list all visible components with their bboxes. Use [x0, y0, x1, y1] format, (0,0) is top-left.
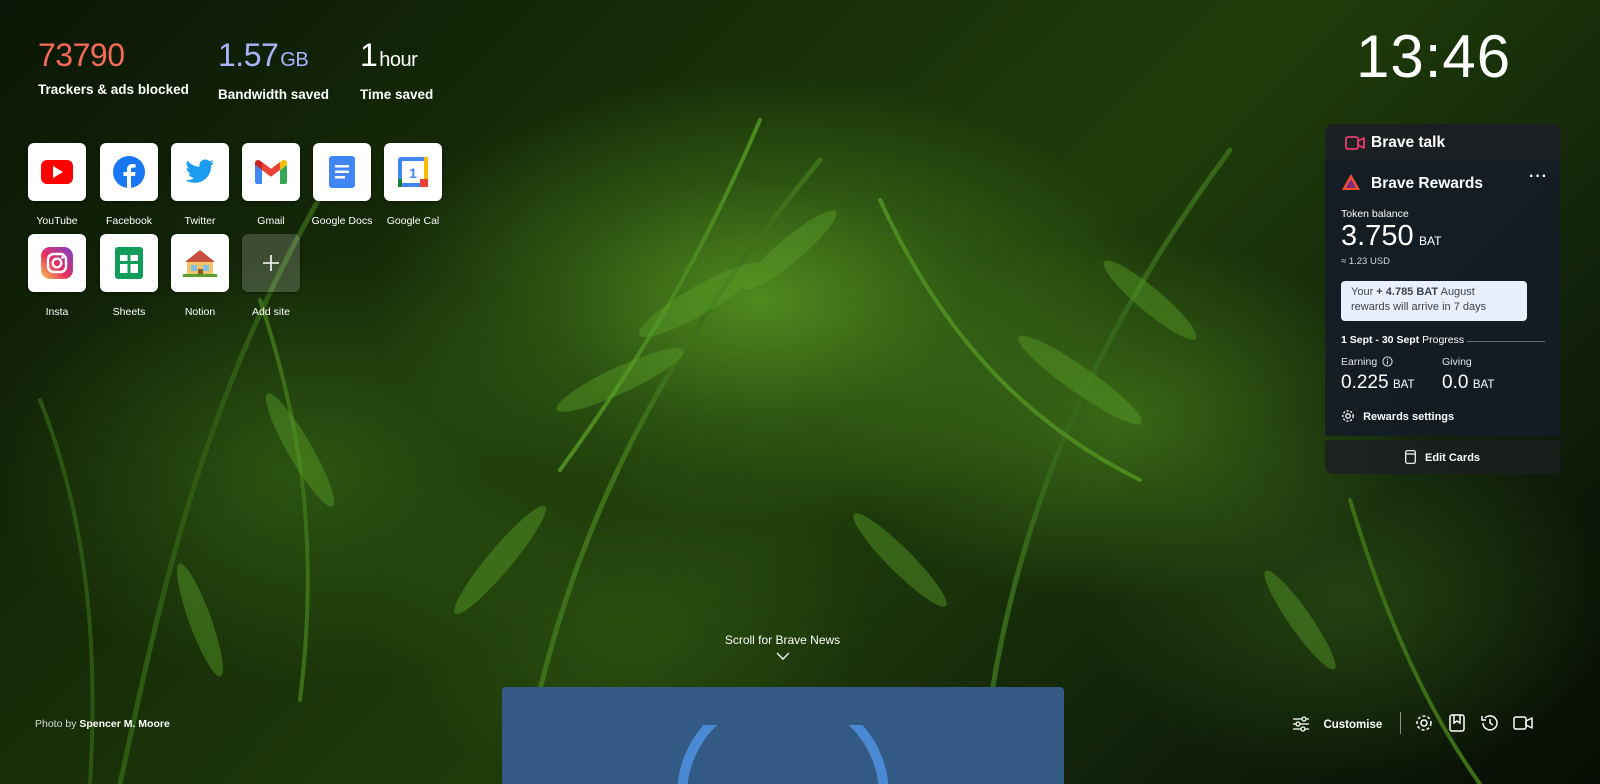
edit-cards-icon [1405, 450, 1416, 464]
top-site-sheets[interactable]: Sheets [94, 234, 164, 318]
time-label: Time saved [360, 87, 434, 102]
rewards-notice-amount: + 4.785 BAT [1376, 286, 1439, 298]
google-calendar-icon: 1 [398, 157, 428, 187]
giving-unit: BAT [1472, 379, 1495, 391]
google-docs-icon [329, 156, 355, 188]
token-balance-unit: BAT [1419, 234, 1442, 248]
footer-divider [1400, 712, 1401, 734]
bandwidth-unit: GB [280, 49, 309, 71]
top-site-twitter[interactable]: Twitter [165, 143, 235, 227]
twitter-icon [185, 159, 214, 183]
gear-icon [1342, 410, 1354, 422]
news-loading-icon [677, 725, 889, 784]
giving-value: 0.0 [1442, 372, 1469, 393]
giving-label: Giving [1442, 356, 1472, 368]
top-site-notion[interactable]: Notion [165, 234, 235, 318]
rewards-menu-button[interactable]: ··· [1529, 168, 1548, 186]
top-site-label: Facebook [105, 215, 153, 227]
top-site-facebook[interactable]: Facebook [94, 143, 164, 227]
time-unit: hour [379, 49, 418, 71]
add-site-button[interactable]: Add site [236, 234, 306, 318]
top-site-label: Twitter [184, 215, 216, 227]
rewards-title: Brave Rewards [1371, 175, 1484, 192]
scroll-news-label: Scroll for Brave News [724, 633, 841, 647]
top-site-label: Add site [252, 306, 290, 318]
chevron-down-icon [776, 652, 789, 660]
top-site-youtube[interactable]: YouTube [22, 143, 92, 227]
notion-icon [183, 250, 217, 277]
bandwidth-label: Bandwidth saved [218, 87, 330, 102]
plus-icon [263, 255, 279, 271]
edit-cards-button[interactable]: Edit Cards [1325, 440, 1560, 474]
earning-label: Earning [1341, 356, 1393, 368]
photo-credit: Photo by Spencer M. Moore [35, 718, 170, 730]
brave-talk-card[interactable]: Brave talk [1325, 124, 1560, 160]
google-sheets-icon [115, 247, 143, 279]
top-site-label: Gmail [257, 215, 285, 227]
customise-button[interactable]: Customise [1292, 715, 1382, 733]
settings-icon[interactable] [1413, 712, 1435, 734]
sliders-icon [1293, 716, 1309, 732]
history-icon[interactable] [1479, 712, 1501, 734]
token-balance-value: 3.750 [1341, 220, 1414, 252]
top-site-label: Notion [184, 306, 216, 318]
top-site-label: Google Cal [386, 215, 440, 227]
trackers-count: 73790 [38, 37, 125, 73]
youtube-icon [41, 160, 73, 184]
top-site-gmail[interactable]: Gmail [236, 143, 306, 227]
brave-news-preview[interactable] [502, 687, 1064, 784]
earning-value: 0.225 [1341, 372, 1389, 393]
photo-credit-author[interactable]: Spencer M. Moore [79, 718, 169, 730]
clock: 13:46 [1356, 23, 1512, 90]
edit-cards-label: Edit Cards [1425, 452, 1481, 464]
top-site-instagram[interactable]: Insta [22, 234, 92, 318]
time-value: 1 [360, 37, 378, 73]
stat-trackers: 73790 Trackers & ads blocked [38, 38, 189, 97]
customise-label: Customise [1323, 719, 1383, 731]
gmail-icon [255, 160, 287, 184]
stat-bandwidth: 1.57 GB Bandwidth saved [218, 38, 329, 102]
facebook-icon [113, 156, 145, 188]
top-site-google-docs[interactable]: Google Docs [307, 143, 377, 227]
brave-talk-icon[interactable] [1512, 712, 1534, 734]
rewards-notice: Your + 4.785 BAT August rewards will arr… [1341, 281, 1527, 321]
brave-rewards-card: Brave Rewards ··· Token balance 3.750 BA… [1325, 160, 1560, 436]
progress-period: 1 Sept - 30 Sept Progress [1341, 334, 1465, 346]
bat-logo-icon [1342, 174, 1360, 190]
progress-divider [1467, 341, 1545, 342]
top-site-label: Sheets [112, 306, 146, 318]
svg-text:1: 1 [409, 165, 417, 181]
camera-icon [1345, 136, 1365, 150]
top-site-label: Insta [45, 306, 69, 318]
trackers-label: Trackers & ads blocked [38, 82, 189, 97]
instagram-icon [41, 247, 73, 279]
top-site-google-calendar[interactable]: 1 Google Cal [378, 143, 448, 227]
token-usd-value: ≈ 1.23 USD [1341, 256, 1391, 267]
token-balance-label: Token balance [1341, 208, 1409, 220]
info-icon[interactable] [1382, 356, 1393, 367]
top-site-label: Google Docs [311, 215, 373, 227]
earning-unit: BAT [1393, 379, 1415, 391]
stat-time: 1 hour Time saved [360, 38, 433, 102]
scroll-news-hint[interactable]: Scroll for Brave News [700, 633, 865, 665]
brave-talk-title: Brave talk [1371, 134, 1446, 151]
bandwidth-value: 1.57 [218, 37, 279, 73]
top-site-label: YouTube [36, 215, 78, 227]
bookmarks-icon[interactable] [1446, 712, 1468, 734]
rewards-settings-link[interactable]: Rewards settings [1341, 409, 1454, 423]
